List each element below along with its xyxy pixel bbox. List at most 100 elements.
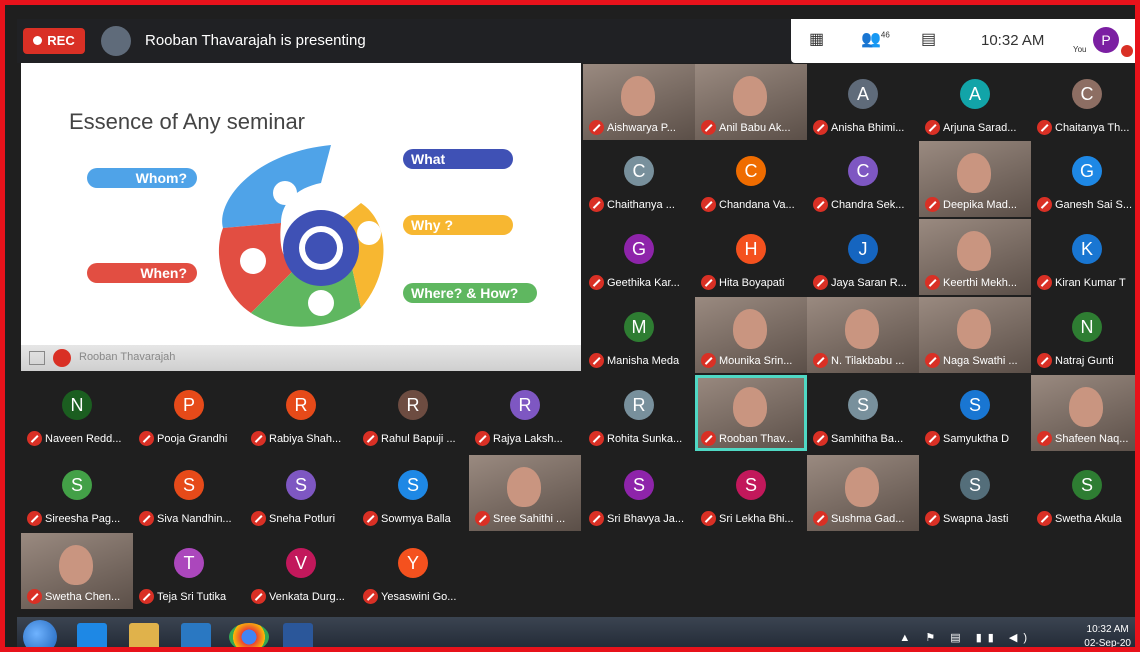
- bulb-icon: [308, 290, 334, 316]
- participant-avatar: S: [848, 390, 878, 420]
- participant-name: Keerthi Mekh...: [943, 277, 1017, 289]
- participant-avatar: N: [62, 390, 92, 420]
- participant-tile[interactable]: R Rahul Bapuji ...: [357, 375, 469, 451]
- muted-mic-icon: [589, 431, 604, 446]
- participant-tile[interactable]: Rooban Thav...: [695, 375, 807, 451]
- participant-avatar: S: [736, 470, 766, 500]
- participant-name: Samyuktha D: [943, 433, 1010, 445]
- you-label: You: [1073, 45, 1087, 54]
- participant-tile[interactable]: S Swetha Akula: [1031, 455, 1135, 531]
- muted-mic-icon: [925, 197, 940, 212]
- pin-icon[interactable]: [29, 351, 45, 365]
- participant-tile[interactable]: Mounika Srin...: [695, 297, 807, 373]
- participant-tile[interactable]: G Geethika Kar...: [583, 219, 695, 295]
- tools-icon: [240, 248, 266, 274]
- grid-layout-icon[interactable]: ▦: [809, 29, 824, 49]
- muted-mic-icon: [813, 353, 828, 368]
- ie-icon[interactable]: [77, 623, 107, 647]
- alert-badge: [1121, 45, 1133, 57]
- participant-name: Manisha Meda: [607, 355, 680, 367]
- chat-icon[interactable]: ▤: [921, 29, 936, 49]
- muted-mic-icon: [701, 511, 716, 526]
- muted-mic-icon: [363, 589, 378, 604]
- participant-tile[interactable]: S Swapna Jasti: [919, 455, 1031, 531]
- chrome-icon[interactable]: [229, 623, 269, 647]
- rec-label: REC: [47, 33, 75, 48]
- muted-mic-icon: [589, 120, 604, 135]
- participant-tile[interactable]: P Pooja Grandhi: [133, 375, 245, 451]
- participant-tile[interactable]: C Chandana Va...: [695, 141, 807, 217]
- muted-mic-icon: [1037, 353, 1052, 368]
- participant-tile[interactable]: T Teja Sri Tutika: [133, 533, 245, 609]
- participant-tile[interactable]: S Sowmya Balla: [357, 455, 469, 531]
- participant-tile[interactable]: S Sneha Potluri: [245, 455, 357, 531]
- participant-tile[interactable]: N Natraj Gunti: [1031, 297, 1135, 373]
- participant-tile[interactable]: C Chandra Sek...: [807, 141, 919, 217]
- participant-name: Chandra Sek...: [831, 199, 905, 211]
- participant-video: [957, 309, 991, 349]
- why-pill: Why ?: [403, 215, 513, 235]
- participant-tile[interactable]: S Samhitha Ba...: [807, 375, 919, 451]
- participant-tile[interactable]: Deepika Mad...: [919, 141, 1031, 217]
- muted-mic-icon: [27, 431, 42, 446]
- participant-video: [1069, 387, 1103, 427]
- participants-button[interactable]: 👥46: [861, 29, 890, 49]
- participant-tile[interactable]: S Sireesha Pag...: [21, 455, 133, 531]
- participant-tile[interactable]: Naga Swathi ...: [919, 297, 1031, 373]
- participant-tile[interactable]: S Sri Lekha Bhi...: [695, 455, 807, 531]
- participant-avatar: S: [62, 470, 92, 500]
- participant-tile[interactable]: R Rabiya Shah...: [245, 375, 357, 451]
- folder-icon[interactable]: [129, 623, 159, 647]
- participant-tile[interactable]: Sree Sahithi ...: [469, 455, 581, 531]
- participant-tile[interactable]: C Chaithanya ...: [583, 141, 695, 217]
- participant-tile[interactable]: C Chaitanya Th...: [1031, 64, 1135, 140]
- participant-tile[interactable]: A Anisha Bhimi...: [807, 64, 919, 140]
- participant-tile[interactable]: K Kiran Kumar T: [1031, 219, 1135, 295]
- participant-tile[interactable]: N Naveen Redd...: [21, 375, 133, 451]
- participant-tile[interactable]: Sushma Gad...: [807, 455, 919, 531]
- participant-name: Deepika Mad...: [943, 199, 1017, 211]
- muted-mic-icon: [53, 349, 71, 367]
- start-button[interactable]: [23, 620, 57, 647]
- participant-tile[interactable]: R Rohita Sunka...: [583, 375, 695, 451]
- participant-tile[interactable]: G Ganesh Sai S...: [1031, 141, 1135, 217]
- participant-tile[interactable]: S Siva Nandhin...: [133, 455, 245, 531]
- taskbar-clock[interactable]: 10:32 AM 02-Sep-20: [1084, 623, 1131, 647]
- participant-tile[interactable]: Swetha Chen...: [21, 533, 133, 609]
- participant-avatar: A: [960, 79, 990, 109]
- participant-tile[interactable]: Keerthi Mekh...: [919, 219, 1031, 295]
- muted-mic-icon: [589, 353, 604, 368]
- word-icon[interactable]: [283, 623, 313, 647]
- slide-footer: Rooban Thavarajah: [21, 345, 581, 371]
- participant-count: 46: [880, 30, 890, 40]
- system-tray[interactable]: ▲ ⚑ ▤ ▮▮ ◀): [899, 631, 1033, 644]
- user-avatar[interactable]: P: [1093, 27, 1119, 53]
- muted-mic-icon: [363, 431, 378, 446]
- participant-tile[interactable]: H Hita Boyapati: [695, 219, 807, 295]
- whom-pill: Whom?: [87, 168, 197, 188]
- participant-avatar: R: [398, 390, 428, 420]
- participant-tile[interactable]: Anil Babu Ak...: [695, 64, 807, 140]
- participant-tile[interactable]: A Arjuna Sarad...: [919, 64, 1031, 140]
- participant-tile[interactable]: Shafeen Naq...: [1031, 375, 1135, 451]
- muted-mic-icon: [701, 197, 716, 212]
- participant-tile[interactable]: M Manisha Meda: [583, 297, 695, 373]
- participant-tile[interactable]: R Rajya Laksh...: [469, 375, 581, 451]
- participant-name: Rooban Thav...: [719, 433, 794, 445]
- participant-tile[interactable]: V Venkata Durg...: [245, 533, 357, 609]
- meeting-clock: 10:32 AM: [981, 32, 1045, 49]
- participant-name: Chaithanya ...: [607, 199, 675, 211]
- participant-video: [733, 309, 767, 349]
- participant-tile[interactable]: S Samyuktha D: [919, 375, 1031, 451]
- participant-tile[interactable]: J Jaya Saran R...: [807, 219, 919, 295]
- participant-name: Kiran Kumar T: [1055, 277, 1126, 289]
- seminar-diagram: [218, 145, 384, 327]
- media-player-icon[interactable]: [181, 623, 211, 647]
- windows-taskbar: ▲ ⚑ ▤ ▮▮ ◀) 10:32 AM 02-Sep-20: [17, 617, 1135, 647]
- muted-mic-icon: [925, 120, 940, 135]
- participant-tile[interactable]: Aishwarya P...: [583, 64, 695, 140]
- participant-tile[interactable]: N. Tilakbabu ...: [807, 297, 919, 373]
- muted-mic-icon: [251, 431, 266, 446]
- participant-tile[interactable]: Y Yesaswini Go...: [357, 533, 469, 609]
- participant-tile[interactable]: S Sri Bhavya Ja...: [583, 455, 695, 531]
